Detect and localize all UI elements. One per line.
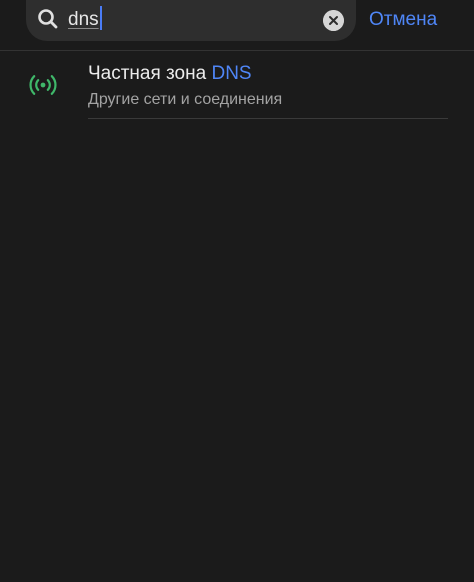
text-caret [99,6,102,30]
search-icon [38,9,58,29]
search-field[interactable]: dns [26,0,356,41]
result-title-highlight: DNS [211,63,252,84]
antenna-icon [29,75,57,95]
search-result-item[interactable]: Частная зона DNS Другие сети и соединени… [0,51,474,119]
search-header: dns Отмена [0,0,474,50]
settings-search-screen: dns Отмена Частная зона DNS Другие сети … [0,0,474,582]
cancel-button[interactable]: Отмена [369,6,437,34]
result-title: Частная зона DNS [88,61,252,87]
clear-icon[interactable] [323,10,344,31]
search-query: dns [68,9,99,30]
result-title-prefix: Частная зона [88,63,212,84]
result-subtitle: Другие сети и соединения [88,91,283,108]
search-input[interactable]: dns [68,6,102,34]
item-divider [88,118,448,119]
